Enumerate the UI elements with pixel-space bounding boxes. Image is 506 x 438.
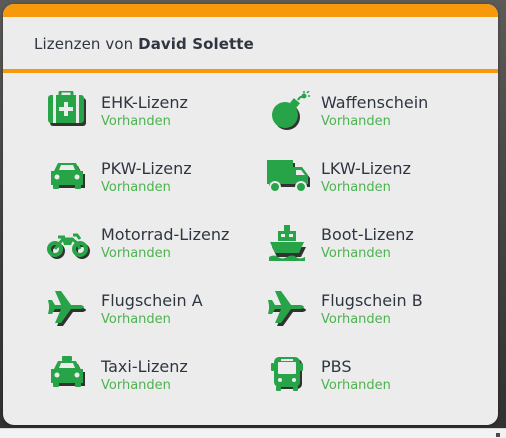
license-status: Vorhanden <box>101 180 171 195</box>
licenses-panel: Lizenzen von David Solette EHK-Lizenz Vo… <box>3 4 498 425</box>
license-item-ehk: EHK-Lizenz Vorhanden <box>47 91 267 135</box>
license-name: Taxi-Lizenz <box>101 357 188 376</box>
license-item-pbs: PBS Vorhanden <box>267 355 487 399</box>
license-name: LKW-Lizenz <box>321 159 411 178</box>
car-icon <box>47 157 91 197</box>
first-aid-kit-icon <box>47 91 91 131</box>
license-name: Waffenschein <box>321 93 429 112</box>
header-divider <box>3 69 498 73</box>
plane-icon <box>47 289 91 329</box>
license-item-motorrad: Motorrad-Lizenz Vorhanden <box>47 223 267 267</box>
bottom-scrollbar-strip[interactable] <box>0 428 506 438</box>
license-item-waffenschein: Waffenschein Vorhanden <box>267 91 487 135</box>
panel-title: Lizenzen von David Solette <box>34 35 254 53</box>
bomb-icon <box>267 91 311 131</box>
license-item-flugschein-b: Flugschein B Vorhanden <box>267 289 487 333</box>
license-item-boot: Boot-Lizenz Vorhanden <box>267 223 487 267</box>
license-status: Vorhanden <box>321 180 391 195</box>
license-name: Flugschein B <box>321 291 423 310</box>
panel-title-prefix: Lizenzen von <box>34 35 134 53</box>
license-status: Vorhanden <box>101 312 171 327</box>
license-item-flugschein-a: Flugschein A Vorhanden <box>47 289 267 333</box>
license-status: Vorhanden <box>321 378 391 393</box>
license-name: PKW-Lizenz <box>101 159 192 178</box>
license-name: Flugschein A <box>101 291 203 310</box>
license-name: Motorrad-Lizenz <box>101 225 230 244</box>
license-name: PBS <box>321 357 352 376</box>
scroll-arrow-icon[interactable] <box>496 433 500 437</box>
license-status: Vorhanden <box>101 114 171 129</box>
license-item-pkw: PKW-Lizenz Vorhanden <box>47 157 267 201</box>
panel-header-bar <box>3 4 498 17</box>
license-status: Vorhanden <box>321 312 391 327</box>
license-status: Vorhanden <box>101 378 171 393</box>
license-name: EHK-Lizenz <box>101 93 188 112</box>
license-status: Vorhanden <box>101 246 171 261</box>
truck-icon <box>267 157 311 197</box>
license-owner-name: David Solette <box>138 35 254 53</box>
license-item-lkw: LKW-Lizenz Vorhanden <box>267 157 487 201</box>
license-name: Boot-Lizenz <box>321 225 414 244</box>
license-status: Vorhanden <box>321 246 391 261</box>
license-status: Vorhanden <box>321 114 391 129</box>
taxi-icon <box>47 355 91 395</box>
bus-icon <box>267 355 311 395</box>
plane-icon <box>267 289 311 329</box>
motorcycle-icon <box>47 223 91 263</box>
ship-icon <box>267 223 311 263</box>
license-item-taxi: Taxi-Lizenz Vorhanden <box>47 355 267 399</box>
